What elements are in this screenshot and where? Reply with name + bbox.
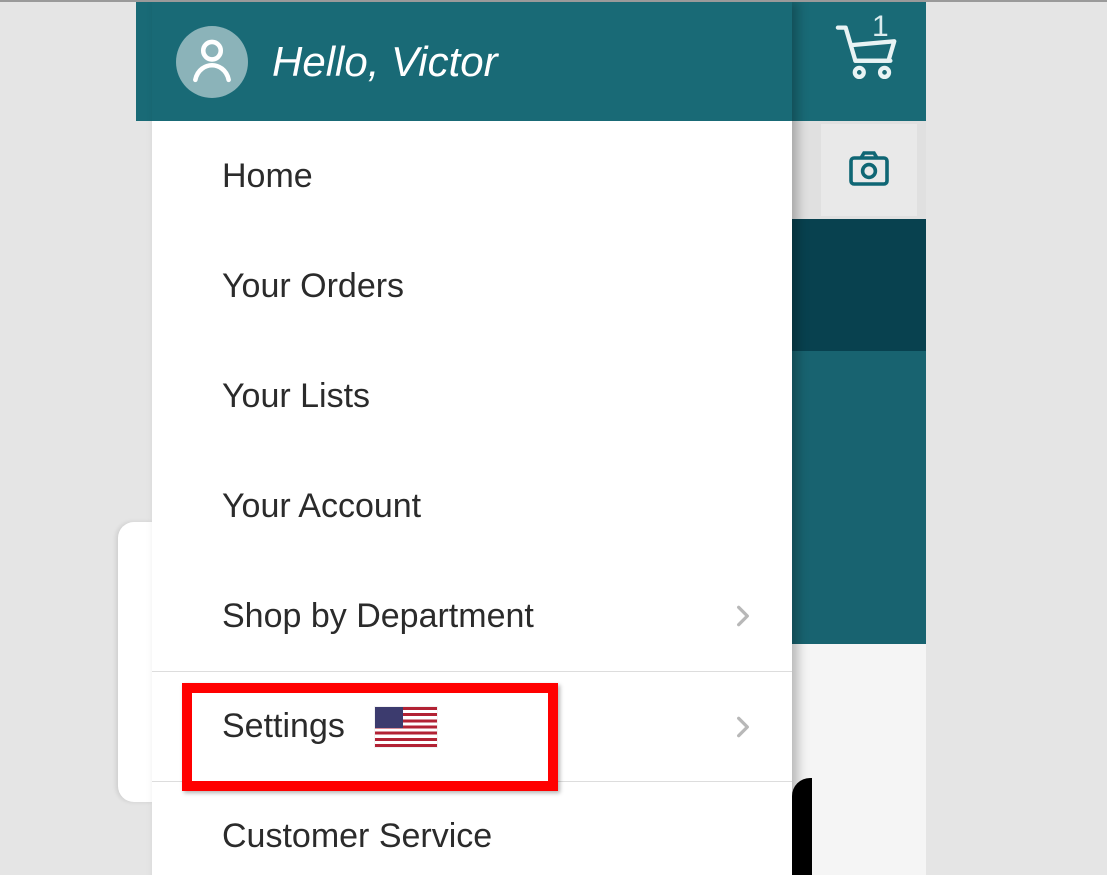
menu-header[interactable]: Hello, Victor <box>152 2 792 121</box>
menu-item-label: Shop by Department <box>222 597 534 636</box>
bg-strip-dark <box>792 219 926 351</box>
side-menu: Hello, Victor Home Your Orders Your List… <box>152 2 792 875</box>
cart-count: 1 <box>872 10 889 44</box>
camera-icon <box>845 144 893 197</box>
menu-item-label: Your Orders <box>222 267 404 306</box>
menu-item-home[interactable]: Home <box>152 121 792 231</box>
menu-item-label: Your Account <box>222 487 421 526</box>
cart-button[interactable]: 1 <box>834 16 904 86</box>
us-flag-icon <box>375 707 437 747</box>
app-canvas: 1 Hello, Victor Home Your Orders Your Li… <box>0 0 1107 875</box>
bg-strip-teal <box>792 351 926 644</box>
menu-item-customer-service[interactable]: Customer Service <box>152 781 792 875</box>
feedback-tab[interactable] <box>118 522 154 802</box>
menu-item-settings[interactable]: Settings <box>152 671 792 781</box>
menu-item-shop-by-department[interactable]: Shop by Department <box>152 561 792 671</box>
menu-item-label: Customer Service <box>222 817 492 856</box>
greeting-text: Hello, Victor <box>272 38 498 86</box>
chevron-right-icon <box>730 714 756 740</box>
menu-item-account[interactable]: Your Account <box>152 451 792 561</box>
menu-item-lists[interactable]: Your Lists <box>152 341 792 451</box>
person-icon <box>187 34 237 89</box>
camera-search-button[interactable] <box>821 124 917 216</box>
bg-device-edge <box>792 778 812 875</box>
menu-item-label: Home <box>222 157 313 196</box>
bg-strip-white <box>792 644 926 875</box>
chevron-right-icon <box>730 603 756 629</box>
menu-item-orders[interactable]: Your Orders <box>152 231 792 341</box>
menu-item-label: Your Lists <box>222 377 370 416</box>
avatar <box>176 26 248 98</box>
menu-item-label: Settings <box>222 707 345 746</box>
